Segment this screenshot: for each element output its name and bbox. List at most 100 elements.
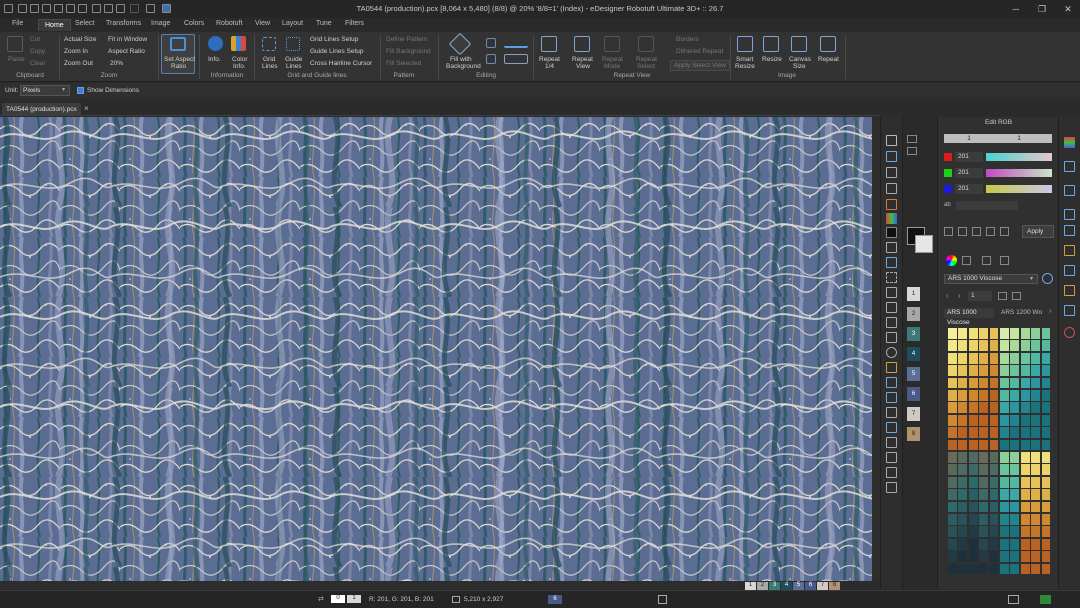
- colorbook-swatch[interactable]: [979, 365, 989, 377]
- monitor-status-icon[interactable]: [1008, 595, 1019, 604]
- colorbook-swatch[interactable]: [948, 427, 957, 439]
- colorbook-swatch[interactable]: [958, 452, 968, 463]
- colorbook-swatch[interactable]: [1010, 452, 1020, 463]
- prev-page-icon[interactable]: ‹: [946, 291, 949, 300]
- colorbook-swatch[interactable]: [948, 526, 957, 538]
- info-button[interactable]: Info.: [208, 56, 221, 63]
- colorbook-swatch[interactable]: [979, 352, 989, 364]
- tab-colorbook-wool[interactable]: ARS 1200 Wo: [998, 308, 1048, 318]
- fill-color-icon[interactable]: [1000, 227, 1009, 236]
- colorbook-swatch[interactable]: [958, 551, 968, 563]
- colorbook-swatch[interactable]: [1000, 489, 1009, 501]
- history-panel-icon[interactable]: [1064, 161, 1075, 172]
- colorbook-swatch[interactable]: [958, 427, 968, 439]
- paint-can-icon[interactable]: [982, 256, 991, 265]
- colorbook-swatch[interactable]: [1020, 501, 1030, 513]
- color-name-field[interactable]: [956, 201, 1018, 210]
- colorbook-swatch[interactable]: [1000, 377, 1009, 389]
- colorbook-swatch[interactable]: [958, 489, 968, 501]
- blue-slider[interactable]: [986, 185, 1052, 193]
- colorbook-swatch[interactable]: [989, 340, 999, 352]
- canvas-size-button[interactable]: Canvas: [789, 56, 811, 63]
- colorbook-swatch[interactable]: [979, 377, 989, 389]
- bottom-index-1[interactable]: 1: [745, 582, 756, 590]
- rectangle-tool-icon[interactable]: [886, 332, 897, 343]
- colorbook-swatch[interactable]: [1031, 551, 1041, 563]
- colorbook-swatch[interactable]: [948, 514, 957, 525]
- colorbook-swatch[interactable]: [948, 340, 957, 352]
- zoom-in-button[interactable]: Zoom In: [64, 48, 88, 55]
- guide-lines-button[interactable]: Guide: [285, 56, 302, 63]
- colorbook-swatch[interactable]: [1031, 402, 1041, 414]
- next-page-icon[interactable]: ›: [958, 291, 961, 300]
- palette-index-5[interactable]: 5: [907, 367, 920, 381]
- actual-size-button[interactable]: Actual Size: [64, 36, 97, 43]
- palette-view-icon[interactable]: [907, 147, 917, 155]
- colorbook-swatch[interactable]: [989, 464, 999, 476]
- colorbook-swatch-grid[interactable]: [948, 328, 1052, 576]
- colorbook-swatch[interactable]: [979, 476, 989, 488]
- colorbook-swatch[interactable]: [989, 501, 999, 513]
- apply-select-view-button[interactable]: Apply Select View: [670, 60, 730, 71]
- page-input[interactable]: 1: [968, 291, 992, 301]
- colorbook-swatch[interactable]: [989, 526, 999, 538]
- colorbook-swatch[interactable]: [989, 514, 999, 525]
- colorbook-swatch[interactable]: [1041, 452, 1051, 463]
- colorbook-swatch[interactable]: [1031, 352, 1041, 364]
- colorbook-swatch[interactable]: [1000, 464, 1009, 476]
- colorbook-swatch[interactable]: [1010, 476, 1020, 488]
- colorbook-swatch[interactable]: [1031, 340, 1041, 352]
- colorbook-swatch[interactable]: [1000, 402, 1009, 414]
- colorbook-swatch[interactable]: [948, 365, 957, 377]
- fill-background-button[interactable]: Fill Background: [386, 48, 431, 55]
- colorbook-swatch[interactable]: [1031, 390, 1041, 401]
- colorbook-swatch[interactable]: [1000, 352, 1009, 364]
- line-tool-icon[interactable]: [504, 38, 528, 48]
- colorbook-swatch[interactable]: [1020, 514, 1030, 525]
- palette-index-7[interactable]: 7: [907, 407, 920, 421]
- colorbook-swatch[interactable]: [989, 402, 999, 414]
- colorbook-swatch[interactable]: [968, 352, 978, 364]
- colorbook-swatch[interactable]: [948, 551, 957, 563]
- colorbook-swatch[interactable]: [1041, 464, 1051, 476]
- colorbook-swatch[interactable]: [979, 439, 989, 451]
- colorbook-swatch[interactable]: [1020, 427, 1030, 439]
- colorbook-swatch[interactable]: [968, 464, 978, 476]
- colorbook-swatch[interactable]: [1041, 328, 1051, 339]
- colorbook-swatch[interactable]: [958, 365, 968, 377]
- tab-colorbook-viscose[interactable]: ARS 1000 Viscose: [944, 308, 994, 326]
- palette-panel-icon[interactable]: [1064, 137, 1075, 148]
- book-icon[interactable]: [998, 292, 1007, 300]
- colorbook-swatch[interactable]: [1000, 514, 1009, 525]
- fit-view-icon[interactable]: [658, 595, 667, 604]
- tab-image[interactable]: Image: [151, 20, 170, 27]
- brush-tool-icon[interactable]: [886, 242, 897, 253]
- dithered-repeat-checkbox[interactable]: Dithered Repeat: [676, 48, 723, 55]
- colorbook-swatch[interactable]: [1010, 365, 1020, 377]
- colorbook-swatch[interactable]: [948, 439, 957, 451]
- colorbook-swatch[interactable]: [979, 402, 989, 414]
- colorbook-swatch[interactable]: [1020, 489, 1030, 501]
- colorbook-swatch[interactable]: [1041, 402, 1051, 414]
- bottom-index-6[interactable]: 6: [805, 582, 816, 590]
- colorbook-swatch[interactable]: [1020, 340, 1030, 352]
- zoom-tool-icon[interactable]: [886, 482, 897, 493]
- colorbook-swatch[interactable]: [1020, 439, 1030, 451]
- colorbook-swatch[interactable]: [1000, 340, 1009, 352]
- colorbook-swatch[interactable]: [958, 328, 968, 339]
- colorbook-swatch[interactable]: [979, 328, 989, 339]
- colorbook-swatch[interactable]: [1020, 414, 1030, 426]
- refresh-icon[interactable]: [1042, 273, 1053, 284]
- colorbook-swatch[interactable]: [948, 402, 957, 414]
- colorbook-swatch[interactable]: [1031, 526, 1041, 538]
- red-slider[interactable]: [986, 153, 1052, 161]
- colorbook-swatch[interactable]: [989, 551, 999, 563]
- repeat-mode-button[interactable]: Repeat: [602, 56, 623, 63]
- colorbook-swatch[interactable]: [1010, 526, 1020, 538]
- colorbook-swatch[interactable]: [1020, 328, 1030, 339]
- colorbook-swatch[interactable]: [1041, 526, 1051, 538]
- colorbook-swatch[interactable]: [968, 526, 978, 538]
- magic-wand-tool-icon[interactable]: [886, 362, 897, 373]
- colorbook-swatch[interactable]: [1041, 352, 1051, 364]
- palette-index-8[interactable]: 8: [907, 427, 920, 441]
